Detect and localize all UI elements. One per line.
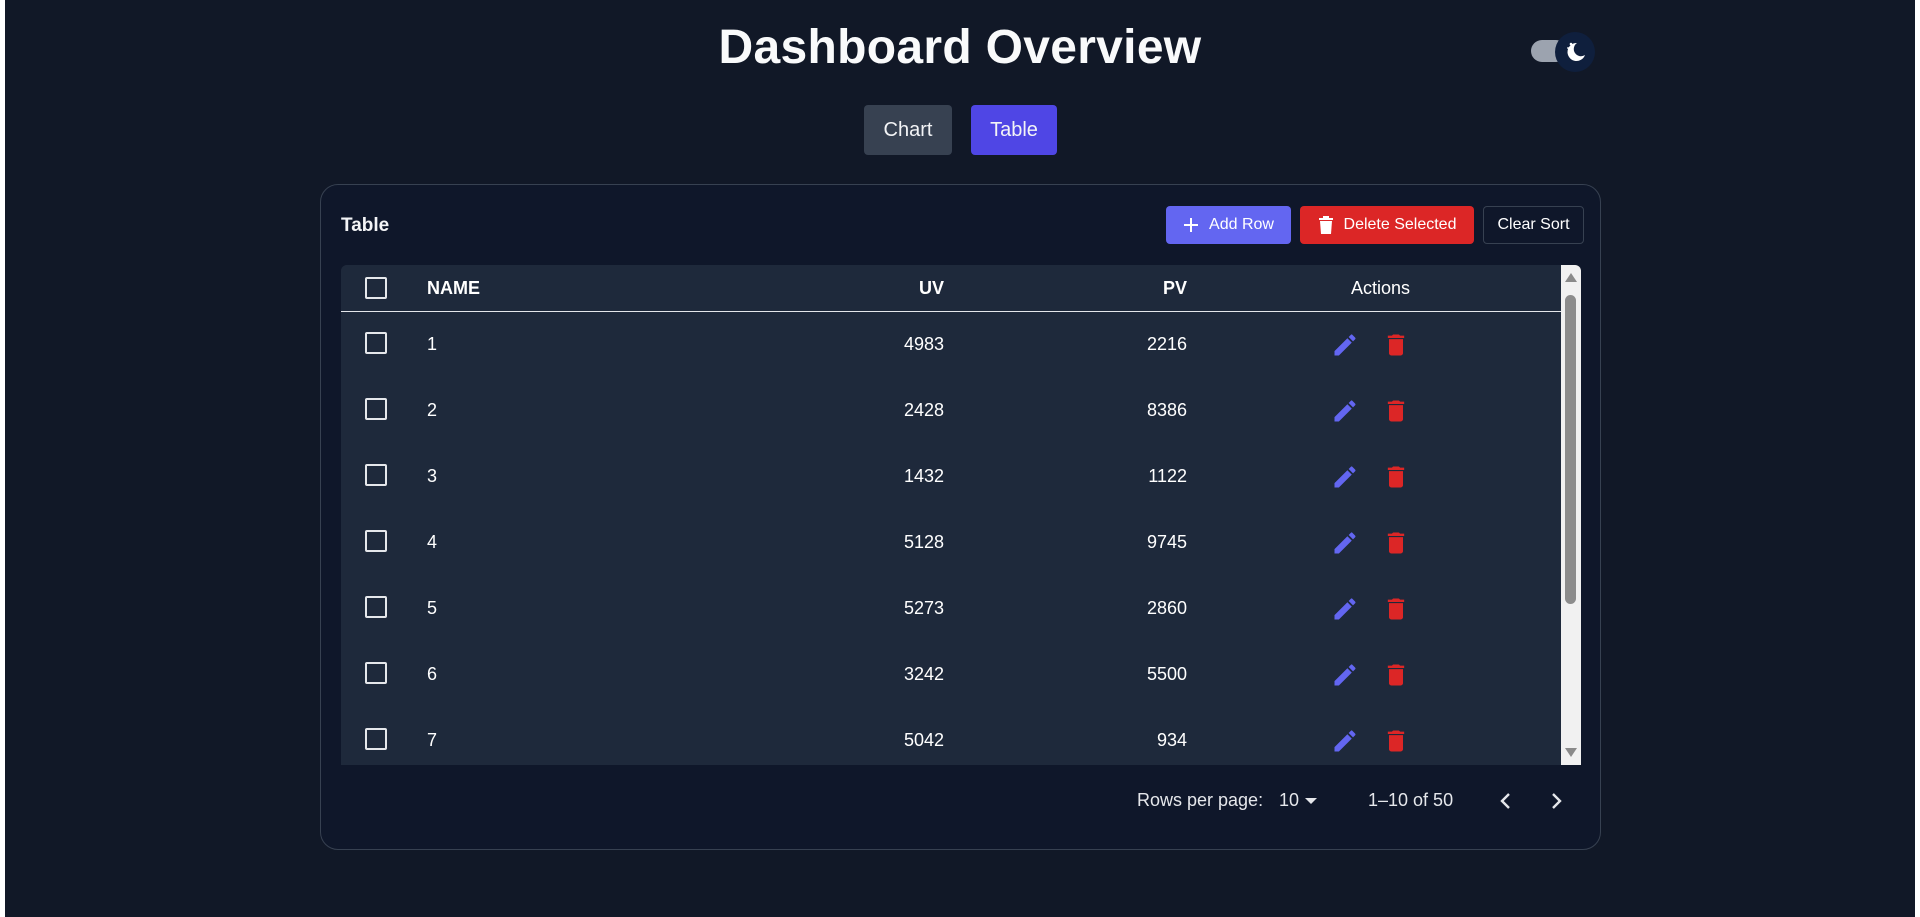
cell-uv: 3242 <box>903 664 944 684</box>
page-title: Dashboard Overview <box>718 21 1202 74</box>
chevron-left-icon[interactable] <box>1491 786 1521 816</box>
cell-pv: 2216 <box>1146 334 1187 354</box>
theme-toggle[interactable] <box>1531 32 1597 72</box>
cell-name: 5 <box>427 598 438 618</box>
add-row-button[interactable]: Add Row <box>1166 206 1291 244</box>
table-header: NAME UV PV Actions <box>341 265 1561 312</box>
edit-icon[interactable] <box>1331 661 1359 689</box>
toggle-knob <box>1555 32 1595 72</box>
plus-icon <box>1184 218 1199 232</box>
table-row: 7 5042 934 <box>341 708 1561 765</box>
edit-icon[interactable] <box>1331 331 1359 359</box>
row-checkbox[interactable] <box>365 596 387 618</box>
moon-icon <box>1567 42 1585 61</box>
cell-pv: 8386 <box>1146 400 1187 420</box>
table-row: 4 5128 9745 <box>341 510 1561 577</box>
cell-pv: 1122 <box>1148 466 1187 486</box>
cell-name: 2 <box>427 400 438 420</box>
rows-per-page-value: 10 <box>1279 790 1300 810</box>
cell-name: 1 <box>427 334 438 354</box>
delete-icon[interactable] <box>1382 595 1410 623</box>
row-checkbox[interactable] <box>365 530 387 552</box>
edit-icon[interactable] <box>1331 529 1359 557</box>
cell-uv: 5273 <box>903 598 944 618</box>
cell-name: 3 <box>427 466 438 486</box>
cell-pv: 2860 <box>1146 598 1187 618</box>
scroll-down-arrow-icon[interactable] <box>1565 748 1577 757</box>
edit-icon[interactable] <box>1331 463 1359 491</box>
table-row: 5 5273 2860 <box>341 576 1561 643</box>
cell-uv: 4983 <box>903 334 944 354</box>
table-row: 1 4983 2216 <box>341 312 1561 379</box>
clear-sort-button[interactable]: Clear Sort <box>1483 206 1584 244</box>
rows-per-page-select[interactable]: 10 <box>1279 790 1318 811</box>
delete-icon[interactable] <box>1382 727 1410 755</box>
app-root: Dashboard Overview Chart Table Table Add… <box>5 0 1915 917</box>
rows-per-page-label: Rows per page: <box>1137 790 1264 810</box>
column-header-pv[interactable]: PV <box>1163 278 1187 299</box>
cell-name: 4 <box>427 532 438 552</box>
table-row: 2 2428 8386 <box>341 378 1561 445</box>
row-checkbox[interactable] <box>365 662 387 684</box>
table-row: 6 3242 5500 <box>341 642 1561 709</box>
delete-icon[interactable] <box>1382 463 1410 491</box>
row-checkbox[interactable] <box>365 398 387 420</box>
column-header-uv[interactable]: UV <box>919 278 944 299</box>
scroll-up-arrow-icon[interactable] <box>1565 273 1577 282</box>
cell-uv: 2428 <box>903 400 944 420</box>
tab-chart[interactable]: Chart <box>864 105 952 155</box>
row-checkbox[interactable] <box>365 728 387 750</box>
data-table: NAME UV PV Actions 1 4983 2216 2 2428 83… <box>341 265 1581 765</box>
cell-pv: 5500 <box>1146 664 1187 684</box>
scroll-thumb[interactable] <box>1565 295 1576 604</box>
delete-icon[interactable] <box>1382 661 1410 689</box>
column-header-actions: Actions <box>1351 278 1411 298</box>
cell-uv: 1432 <box>903 466 944 486</box>
select-all-checkbox[interactable] <box>365 277 387 299</box>
cell-pv: 934 <box>1156 730 1187 750</box>
cell-uv: 5128 <box>903 532 944 552</box>
table-row: 3 1432 1122 <box>341 444 1561 511</box>
caret-down-icon <box>1305 797 1318 804</box>
column-header-name[interactable]: NAME <box>427 278 480 299</box>
pagination: Rows per page: 10 1–10 of 50 <box>321 786 1602 816</box>
table-card: Table Add Row Delete Selected Clear Sort… <box>320 184 1601 850</box>
cell-pv: 9745 <box>1146 532 1187 552</box>
tab-table[interactable]: Table <box>971 105 1057 155</box>
delete-icon[interactable] <box>1382 529 1410 557</box>
chevron-right-icon[interactable] <box>1541 786 1571 816</box>
edit-icon[interactable] <box>1331 595 1359 623</box>
page-range: 1–10 of 50 <box>1368 790 1454 810</box>
edit-icon[interactable] <box>1331 397 1359 425</box>
row-checkbox[interactable] <box>365 332 387 354</box>
row-checkbox[interactable] <box>365 464 387 486</box>
add-row-label: Add Row <box>1209 216 1274 233</box>
delete-icon[interactable] <box>1382 331 1410 359</box>
card-title: Table <box>341 215 390 236</box>
edit-icon[interactable] <box>1331 727 1359 755</box>
cell-name: 7 <box>427 730 438 750</box>
trash-icon <box>1318 216 1333 234</box>
delete-selected-label: Delete Selected <box>1343 216 1457 233</box>
table-scrollbar[interactable] <box>1561 265 1581 765</box>
delete-icon[interactable] <box>1382 397 1410 425</box>
cell-uv: 5042 <box>903 730 944 750</box>
delete-selected-button[interactable]: Delete Selected <box>1300 206 1474 244</box>
cell-name: 6 <box>427 664 438 684</box>
